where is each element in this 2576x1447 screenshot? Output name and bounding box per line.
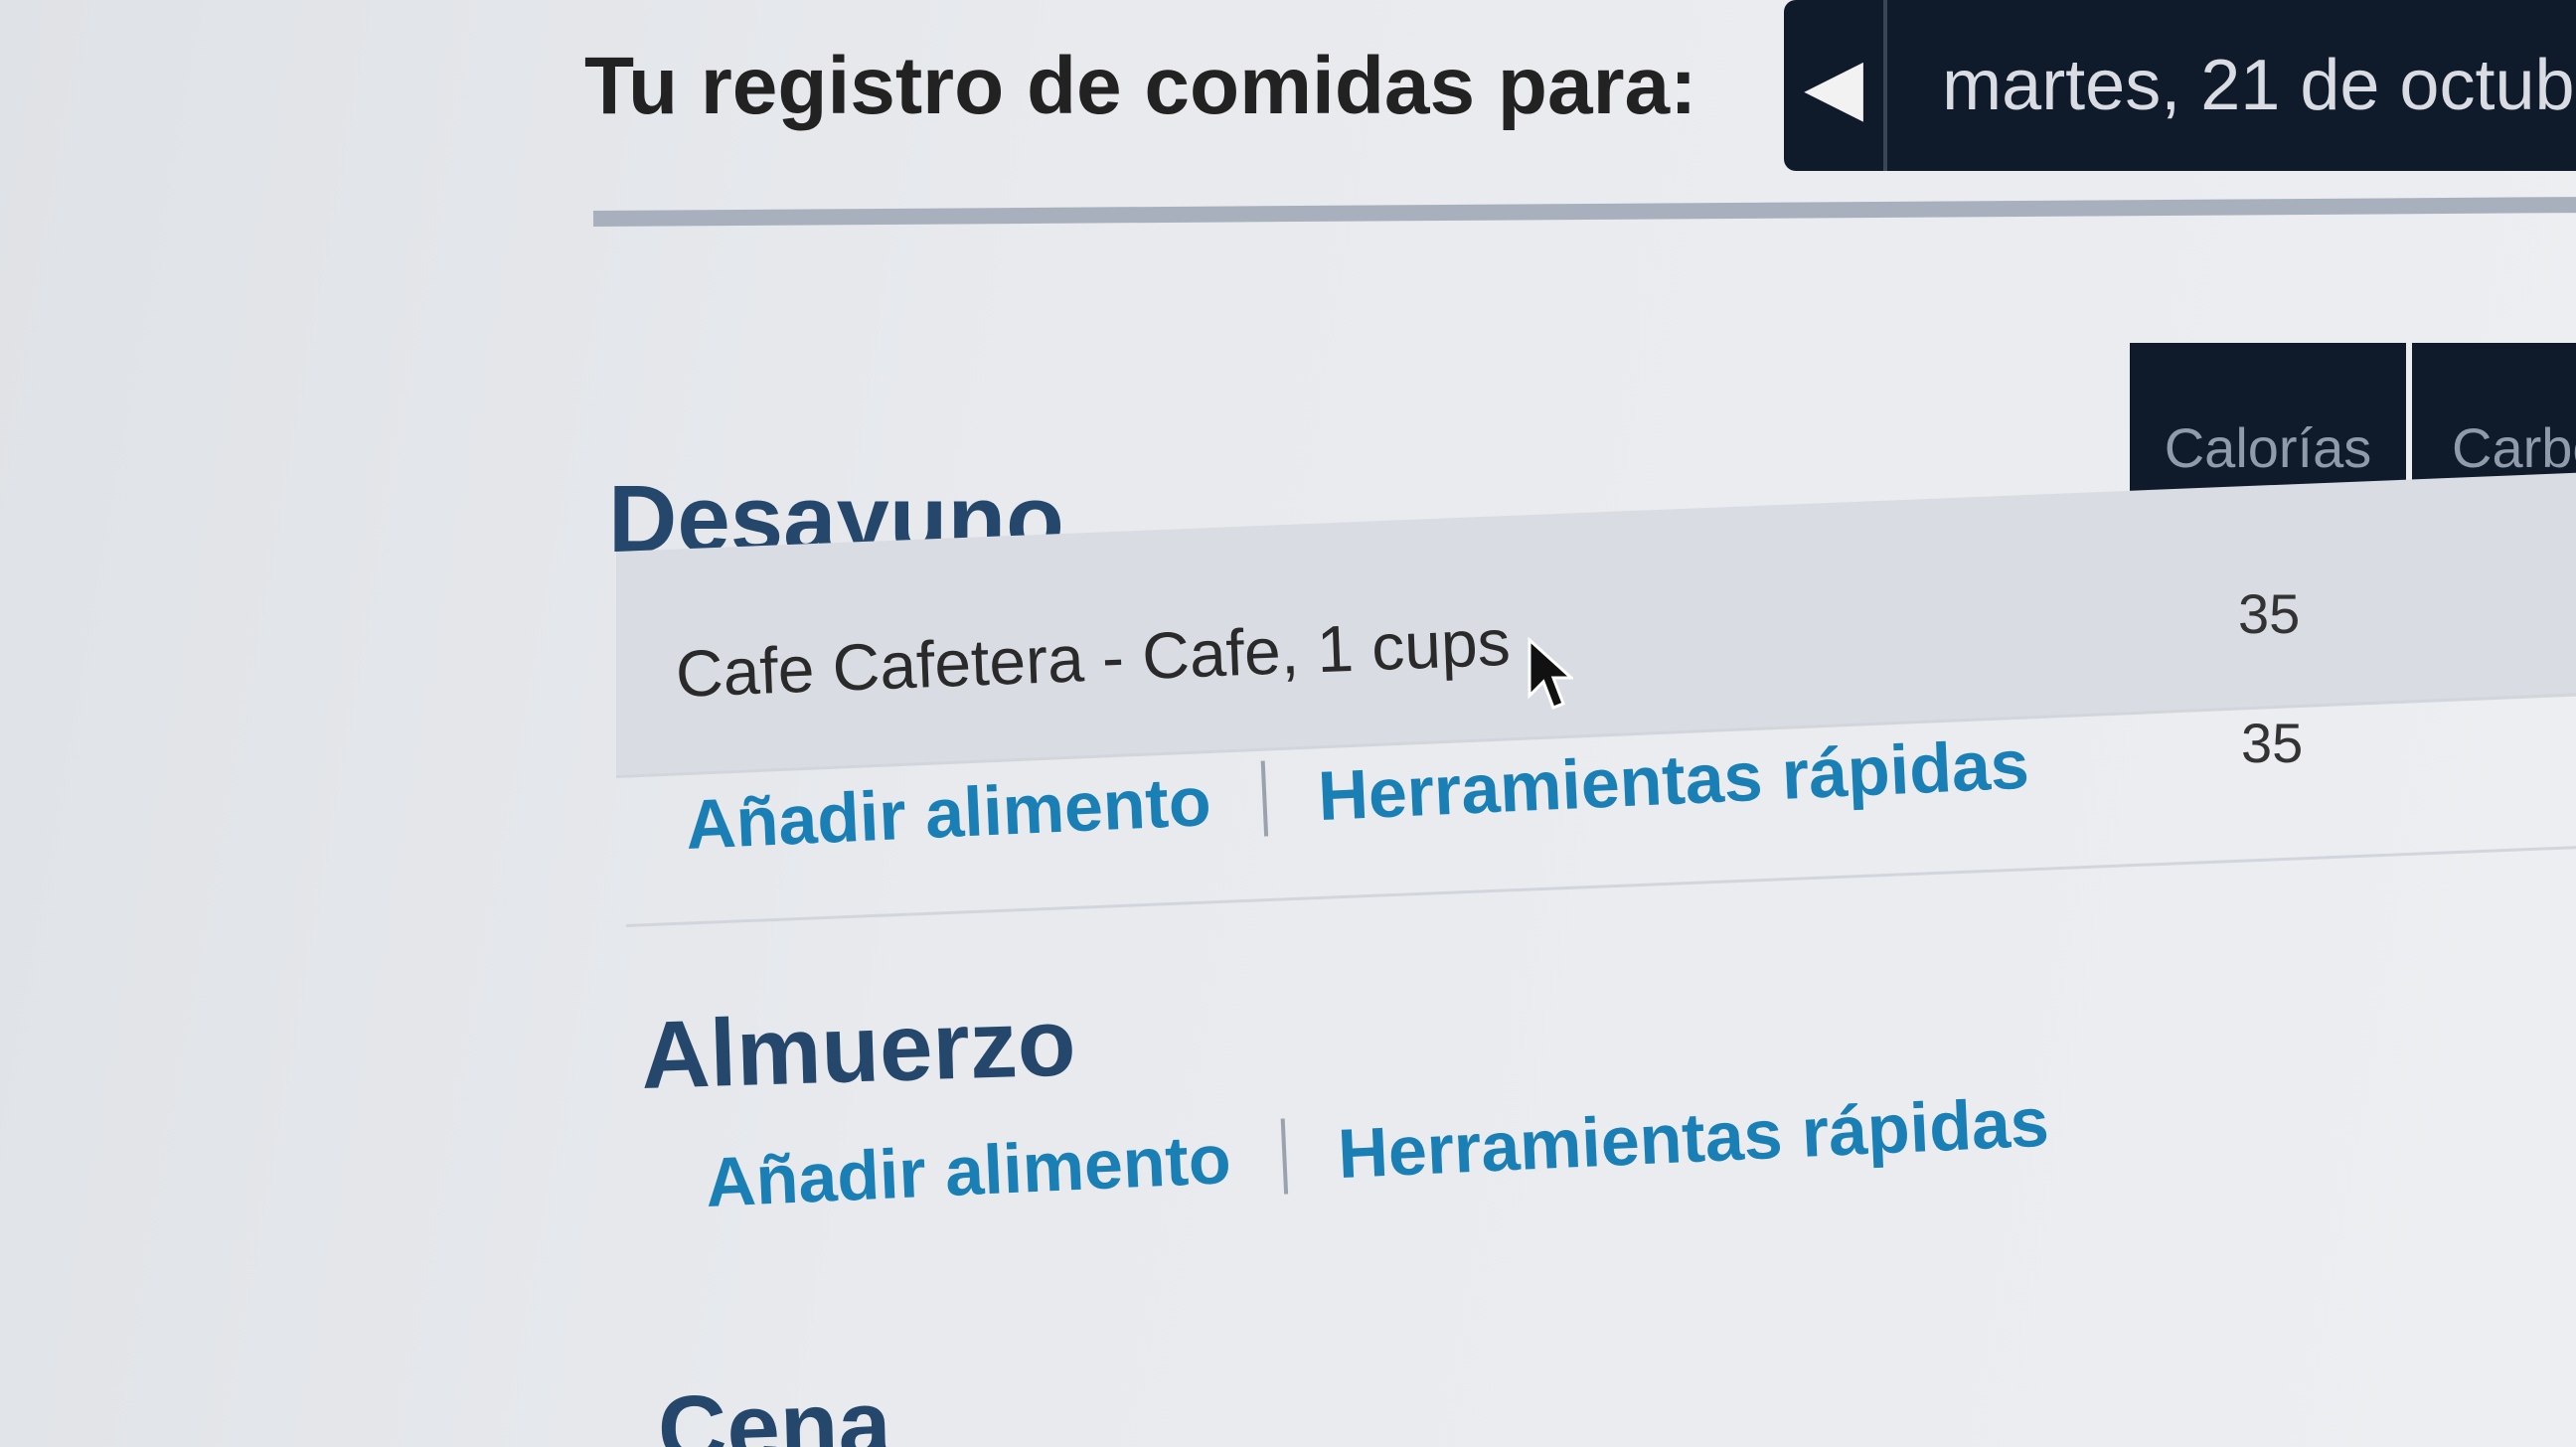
date-navigator: ◀ martes, 21 de octubre bbox=[1784, 0, 2576, 171]
quick-tools-link-lunch[interactable]: Herramientas rápidas bbox=[1336, 1082, 2051, 1194]
link-separator bbox=[1280, 1118, 1289, 1195]
add-food-link-lunch[interactable]: Añadir alimento bbox=[704, 1119, 1232, 1222]
food-diary-page: Tu registro de comidas para: ◀ martes, 2… bbox=[0, 0, 2576, 1447]
page-title: Tu registro de comidas para: bbox=[584, 41, 1697, 131]
add-food-link-breakfast[interactable]: Añadir alimento bbox=[684, 761, 1212, 865]
chevron-left-icon: ◀ bbox=[1804, 41, 1864, 129]
lunch-actions: Añadir alimento Herramientas rápidas bbox=[704, 1082, 2050, 1222]
header-divider bbox=[592, 197, 2576, 227]
link-separator bbox=[1260, 760, 1269, 837]
mouse-cursor-icon bbox=[1528, 636, 1573, 710]
meal-title-dinner: Cena bbox=[656, 1370, 893, 1447]
section-divider bbox=[625, 845, 2576, 927]
meal-title-lunch: Almuerzo bbox=[639, 989, 1077, 1109]
breakfast-total-calories: 35 bbox=[2241, 712, 2304, 774]
food-entry-calories: 35 bbox=[2238, 582, 2301, 645]
previous-day-button[interactable]: ◀ bbox=[1784, 0, 1888, 171]
current-date[interactable]: martes, 21 de octubre bbox=[1887, 0, 2576, 171]
